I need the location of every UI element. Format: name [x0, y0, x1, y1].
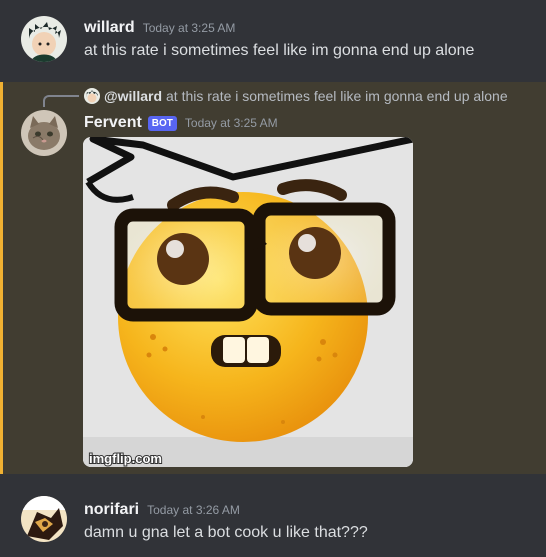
timestamp: Today at 3:26 AM [147, 503, 240, 517]
avatar-willard[interactable] [21, 16, 67, 62]
author-name[interactable]: norifari [84, 501, 139, 518]
chat-log: willard Today at 3:25 AM at this rate i s… [0, 0, 546, 557]
message-header: Fervent BOT Today at 3:25 AM [84, 112, 278, 134]
author-name[interactable]: Fervent [84, 112, 142, 134]
reply-spine-icon [43, 95, 79, 107]
message-norifari[interactable]: norifari Today at 3:26 AM damn u gna let … [0, 474, 546, 557]
message-willard[interactable]: willard Today at 3:25 AM at this rate i s… [0, 0, 546, 82]
author-name[interactable]: willard [84, 19, 135, 36]
timestamp: Today at 3:25 AM [142, 21, 236, 35]
image-attachment[interactable]: imgflip.com [83, 137, 413, 467]
reply-avatar [84, 88, 100, 104]
message-header: willard Today at 3:25 AM [84, 18, 235, 38]
timestamp: Today at 3:25 AM [184, 116, 278, 130]
message-content: at this rate i sometimes feel like im go… [84, 42, 475, 59]
message-header: norifari Today at 3:26 AM [84, 500, 240, 520]
avatar-fervent[interactable] [21, 110, 67, 156]
nerd-emoji-image: imgflip.com [83, 137, 413, 467]
message-content: damn u gna let a bot cook u like that??? [84, 524, 368, 541]
reply-reference[interactable]: @willard at this rate i sometimes feel l… [84, 86, 508, 106]
avatar-norifari[interactable] [21, 496, 67, 542]
message-fervent[interactable]: @willard at this rate i sometimes feel l… [0, 82, 546, 474]
watermark-text: imgflip.com [89, 451, 162, 466]
mention-highlight-bar [0, 82, 3, 474]
bot-badge: BOT [147, 115, 177, 131]
reply-content: at this rate i sometimes feel like im go… [166, 88, 508, 104]
reply-author[interactable]: @willard [104, 86, 162, 106]
